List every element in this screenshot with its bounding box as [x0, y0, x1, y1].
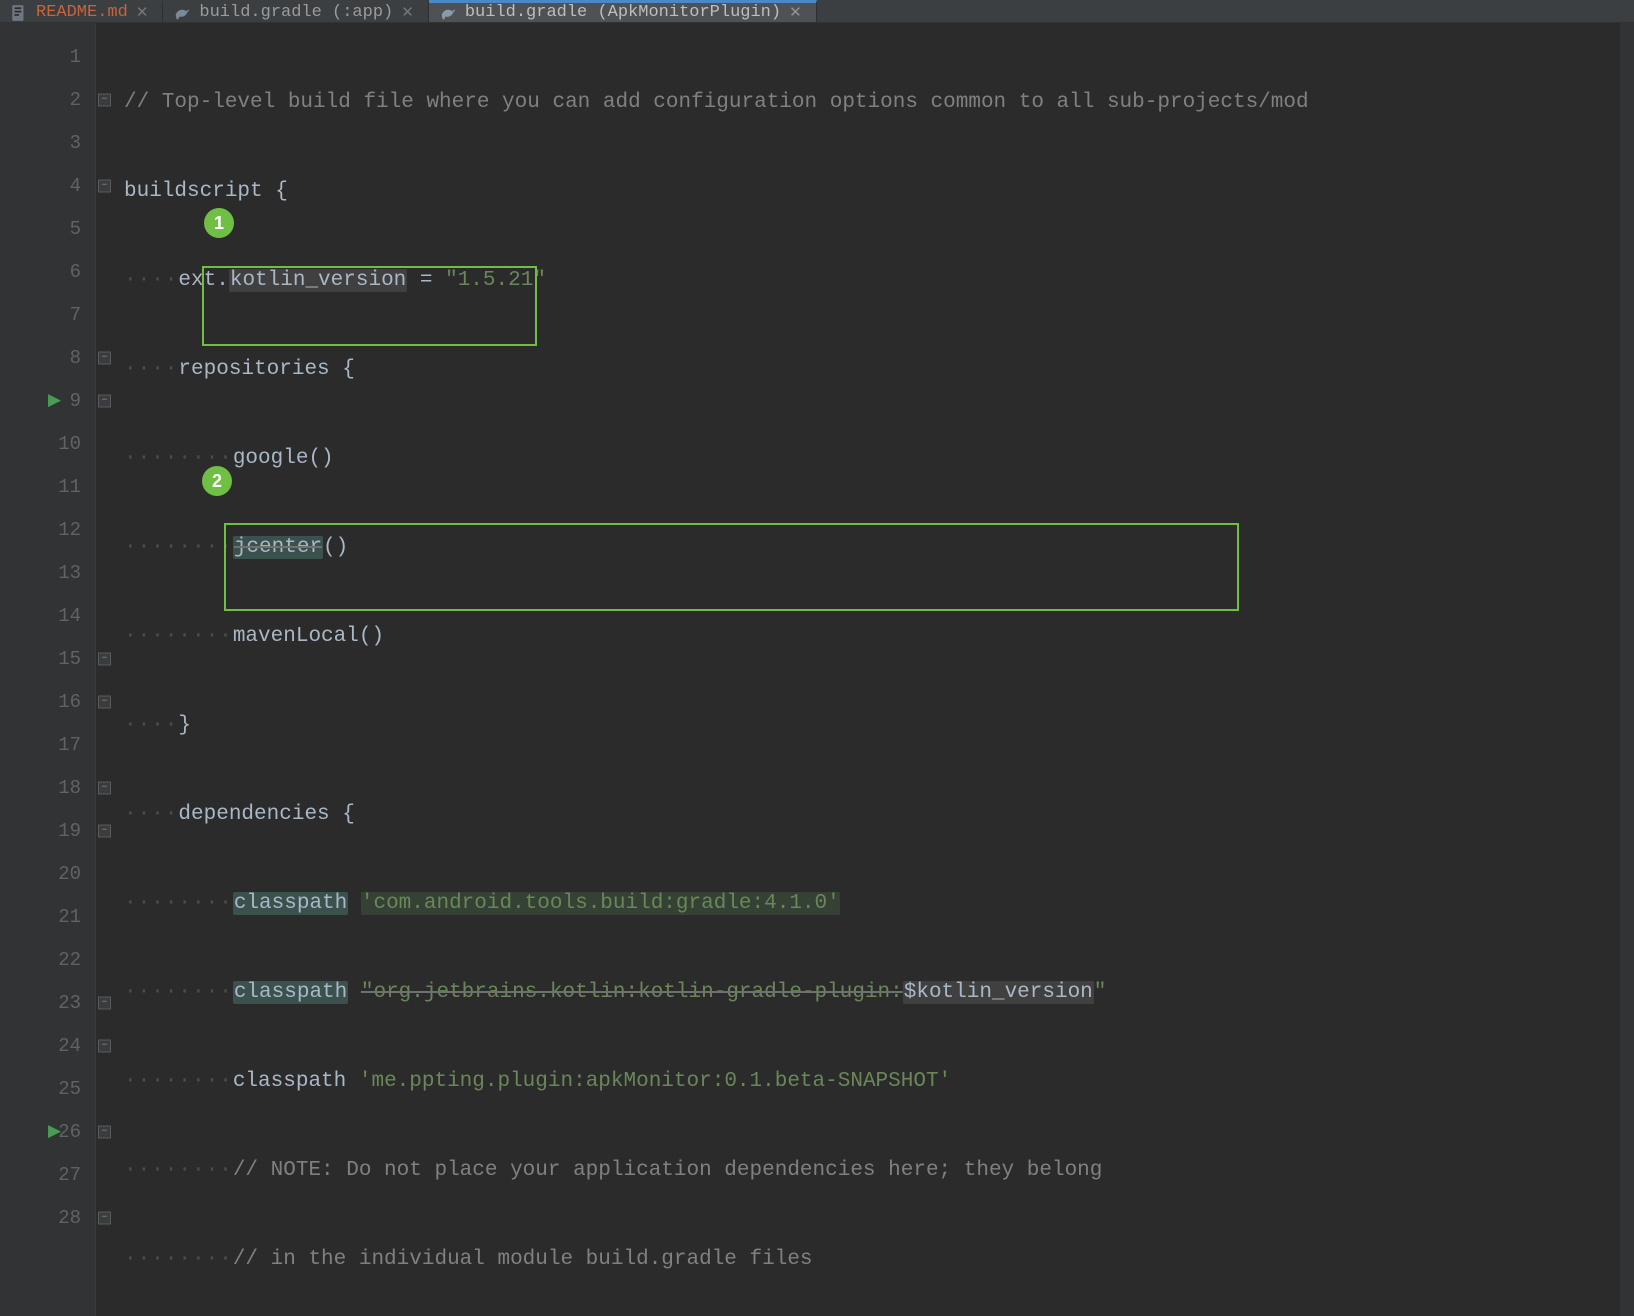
line-number[interactable]: 7 [0, 293, 95, 336]
fold-icon[interactable]: − [98, 1211, 111, 1224]
line-number[interactable]: 22 [0, 938, 95, 981]
line-number[interactable]: 12 [0, 508, 95, 551]
line-number[interactable]: 10 [0, 422, 95, 465]
file-icon [10, 4, 28, 22]
fold-icon[interactable]: − [98, 351, 111, 364]
overview-ruler[interactable] [1620, 23, 1634, 1316]
fold-icon[interactable]: − [98, 179, 111, 192]
code-string: "org.jetbrains.kotlin:kotlin-gradle-plug… [361, 981, 903, 1004]
line-number[interactable]: ▶9 [0, 379, 95, 422]
line-number[interactable]: 17 [0, 723, 95, 766]
line-number[interactable]: 13 [0, 551, 95, 594]
fold-icon[interactable]: − [98, 1039, 111, 1052]
fold-icon[interactable]: − [98, 996, 111, 1009]
code-comment: // in the individual module build.gradle… [233, 1248, 813, 1271]
line-number[interactable]: 1 [0, 35, 95, 78]
code-token: mavenLocal() [233, 625, 384, 648]
fold-column: − − − − − − − − − − − − [96, 23, 118, 1316]
line-number[interactable]: 23 [0, 981, 95, 1024]
line-number[interactable]: 20 [0, 852, 95, 895]
line-number[interactable]: 3 [0, 121, 95, 164]
fold-icon[interactable]: − [98, 1125, 111, 1138]
gradle-icon [439, 4, 457, 22]
code-text[interactable]: // Top-level build file where you can ad… [118, 23, 1620, 1316]
code-token: google() [233, 447, 334, 470]
editor-root: README.md ✕ build.gradle (:app) ✕ build.… [0, 0, 1634, 1316]
line-number[interactable]: 25 [0, 1067, 95, 1110]
line-number[interactable]: 6 [0, 250, 95, 293]
tab-bar: README.md ✕ build.gradle (:app) ✕ build.… [0, 0, 1634, 23]
code-token: classpath [233, 1070, 346, 1093]
line-number[interactable]: ▶26 [0, 1110, 95, 1153]
run-icon[interactable]: ▶ [48, 390, 61, 411]
tab-label: build.gradle (:app) [199, 3, 393, 22]
line-number[interactable]: 27 [0, 1153, 95, 1196]
code-token: dependencies [178, 803, 329, 826]
line-number[interactable]: 11 [0, 465, 95, 508]
tab-label: README.md [36, 3, 128, 22]
code-string: 'com.android.tools.build:gradle:4.1.0' [361, 892, 840, 915]
tab-build-plugin[interactable]: build.gradle (ApkMonitorPlugin) ✕ [429, 0, 817, 22]
fold-icon[interactable]: − [98, 652, 111, 665]
line-number[interactable]: 14 [0, 594, 95, 637]
close-icon[interactable]: ✕ [136, 3, 149, 22]
gutter[interactable]: 1 2 3 4 5 6 7 8 ▶9 10 11 12 13 14 15 16 … [0, 23, 96, 1316]
line-number[interactable]: 24 [0, 1024, 95, 1067]
code-string: "1.5.21" [445, 269, 546, 292]
line-number[interactable]: 4 [0, 164, 95, 207]
fold-icon[interactable]: − [98, 824, 111, 837]
code-token: ext. [178, 269, 228, 292]
close-icon[interactable]: ✕ [401, 3, 414, 22]
line-number[interactable]: 5 [0, 207, 95, 250]
tab-readme[interactable]: README.md ✕ [0, 0, 163, 22]
fold-icon[interactable]: − [98, 781, 111, 794]
fold-icon[interactable]: − [98, 93, 111, 106]
gradle-icon [173, 4, 191, 22]
line-number[interactable]: 2 [0, 78, 95, 121]
code-token: buildscript [124, 180, 263, 203]
code-comment: // NOTE: Do not place your application d… [233, 1159, 1103, 1182]
code-token: repositories [178, 358, 329, 381]
run-icon[interactable]: ▶ [48, 1121, 61, 1142]
line-number[interactable]: 19 [0, 809, 95, 852]
line-number[interactable]: 18 [0, 766, 95, 809]
code-var: $kotlin_version [903, 981, 1094, 1004]
fold-icon[interactable]: − [98, 394, 111, 407]
line-number[interactable]: 8 [0, 336, 95, 379]
code-var: kotlin_version [229, 269, 407, 292]
code-token: = [407, 269, 445, 292]
line-number[interactable]: 28 [0, 1196, 95, 1239]
code-token: classpath [233, 981, 348, 1004]
line-number[interactable]: 21 [0, 895, 95, 938]
code-comment: // Top-level build file where you can ad… [124, 91, 1309, 114]
line-number[interactable]: 16 [0, 680, 95, 723]
brace: { [275, 180, 288, 203]
line-number[interactable]: 15 [0, 637, 95, 680]
fold-icon[interactable]: − [98, 695, 111, 708]
code-area: 1 2 3 4 5 6 7 8 ▶9 10 11 12 13 14 15 16 … [0, 23, 1634, 1316]
tab-label: build.gradle (ApkMonitorPlugin) [465, 3, 781, 22]
code-deprecated: jcenter [233, 536, 323, 559]
tab-build-app[interactable]: build.gradle (:app) ✕ [163, 0, 428, 22]
code-string: 'me.ppting.plugin:apkMonitor:0.1.beta-SN… [359, 1070, 951, 1093]
code-token: classpath [233, 892, 348, 915]
close-icon[interactable]: ✕ [789, 3, 802, 22]
